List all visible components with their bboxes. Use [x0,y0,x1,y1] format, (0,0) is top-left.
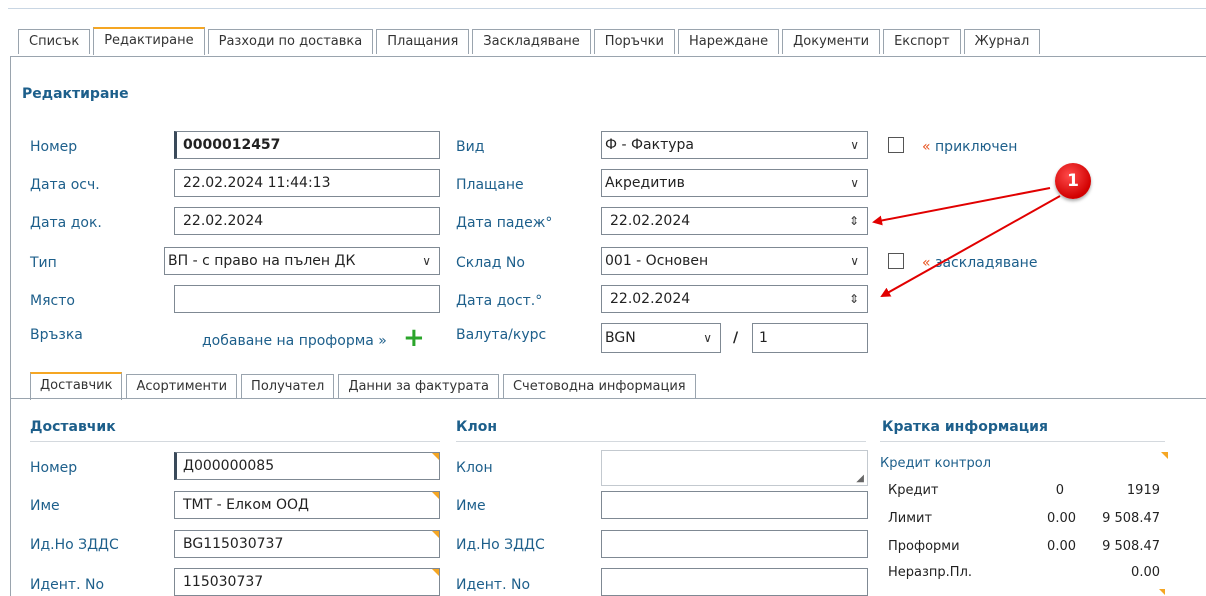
callout-arrows [872,187,1061,297]
callout-arrow-delivery-date [880,195,1061,297]
callout-badge: 1 [1055,163,1091,199]
